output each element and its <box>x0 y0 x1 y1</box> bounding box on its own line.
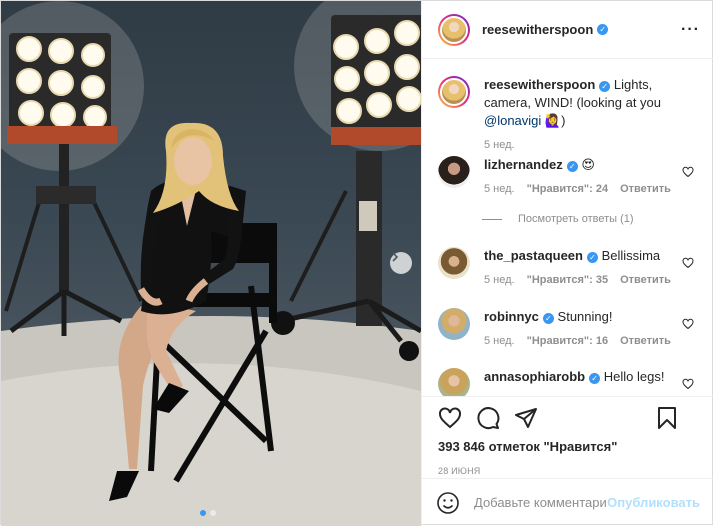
post-actions: 393 846 отметок "Нравится" 28 ИЮНЯ <box>422 396 713 476</box>
comments-list[interactable]: reesewitherspoon ✓ Lights, camera, WIND! … <box>422 60 713 396</box>
comment-avatar[interactable] <box>438 368 470 396</box>
comment-time[interactable]: 5 нед. <box>484 271 515 289</box>
caption-suffix: ) <box>561 113 566 128</box>
chevron-right-icon <box>392 252 399 262</box>
comment-item: robinnyc ✓ Stunning! 5 нед. "Нравится": 1… <box>438 308 698 350</box>
comment-time[interactable]: 5 нед. <box>484 180 515 198</box>
comment-text: Hello legs! <box>603 369 665 384</box>
comment-avatar[interactable] <box>438 308 470 340</box>
verified-badge-icon: ✓ <box>586 252 598 263</box>
like-comment-heart-icon[interactable] <box>682 318 694 330</box>
reply-button[interactable]: Ответить <box>620 332 671 350</box>
comment-username[interactable]: the_pastaqueen <box>484 248 583 263</box>
verified-badge-icon: ✓ <box>542 313 554 324</box>
caption-emoji: 🙋‍♀️ <box>544 113 562 128</box>
verified-badge-icon: ✓ <box>566 161 578 172</box>
comment-button[interactable] <box>476 406 500 430</box>
comment-avatar[interactable] <box>438 247 470 279</box>
share-button[interactable] <box>514 406 538 430</box>
carousel-next-button[interactable] <box>390 252 412 274</box>
likes-count[interactable]: 393 846 отметок "Нравится" <box>438 439 698 454</box>
comment-likes[interactable]: "Нравится": 24 <box>527 180 608 198</box>
comment-username[interactable]: robinnyc <box>484 309 539 324</box>
comment-item: the_pastaqueen ✓ Bellissima 5 нед. "Нрави… <box>438 247 698 289</box>
comment-text: 😍 <box>581 157 595 172</box>
emoji-smiley-icon[interactable] <box>436 491 460 515</box>
reply-button[interactable]: Ответить <box>620 271 671 289</box>
comment-username[interactable]: annasophiarobb <box>484 369 585 384</box>
replies-divider <box>482 218 502 220</box>
author-avatar[interactable] <box>438 13 470 46</box>
action-icons-bar <box>438 397 698 439</box>
carousel-dot <box>210 510 216 516</box>
post-date[interactable]: 28 ИЮНЯ <box>438 466 698 476</box>
comment-username[interactable]: lizhernandez <box>484 157 563 172</box>
like-button[interactable] <box>438 406 462 430</box>
like-comment-heart-icon[interactable] <box>682 257 694 269</box>
paper-plane-icon <box>515 408 537 428</box>
bookmark-icon <box>658 407 676 429</box>
post-photo[interactable] <box>1 1 421 526</box>
caption-author-username[interactable]: reesewitherspoon <box>484 77 595 92</box>
reply-button[interactable]: Ответить <box>620 180 671 198</box>
more-options-icon[interactable]: ··· <box>681 21 700 39</box>
save-button[interactable] <box>656 406 678 430</box>
comment-text: Stunning! <box>557 309 613 324</box>
verified-badge-icon: ✓ <box>589 373 601 384</box>
comment-text: Bellissima <box>601 248 661 263</box>
verified-badge-icon: ✓ <box>597 24 609 35</box>
view-replies-label: Посмотреть ответы (1) <box>518 213 634 225</box>
comment-item: lizhernandez ✓ 😍 5 нед. "Нравится": 24 От… <box>438 156 698 198</box>
comment-time[interactable]: 5 нед. <box>484 332 515 350</box>
comment-input[interactable] <box>474 495 608 510</box>
comment-bubble-icon <box>477 407 500 430</box>
publish-button[interactable]: Опубликовать <box>607 495 700 510</box>
comment-composer: Опубликовать <box>422 478 713 526</box>
photo-illustration <box>1 1 421 526</box>
carousel-dot-active <box>200 510 206 516</box>
view-replies-button[interactable]: Посмотреть ответы (1) <box>482 210 698 228</box>
author-username[interactable]: reesewitherspoon <box>482 22 593 37</box>
caption-author-avatar[interactable] <box>438 76 470 108</box>
like-comment-heart-icon[interactable] <box>682 166 694 178</box>
carousel-indicator <box>200 510 216 516</box>
caption-time[interactable]: 5 нед. <box>484 136 515 154</box>
comment-likes[interactable]: "Нравится": 35 <box>527 271 608 289</box>
post-caption: reesewitherspoon ✓ Lights, camera, WIND! … <box>438 76 698 151</box>
post-side-panel: reesewitherspoon ✓ ··· reesewitherspoon ✓… <box>421 1 713 526</box>
heart-icon <box>439 407 461 429</box>
comment-avatar[interactable] <box>438 156 470 188</box>
comment-likes[interactable]: "Нравится": 16 <box>527 332 608 350</box>
post-header: reesewitherspoon ✓ ··· <box>422 1 713 59</box>
like-comment-heart-icon[interactable] <box>682 378 694 390</box>
caption-mention-link[interactable]: @lonavigi <box>484 113 541 128</box>
instagram-post-dialog: reesewitherspoon ✓ ··· reesewitherspoon ✓… <box>0 0 713 526</box>
verified-badge-icon: ✓ <box>599 81 611 92</box>
comment-item: annasophiarobb ✓ Hello legs! <box>438 368 698 396</box>
